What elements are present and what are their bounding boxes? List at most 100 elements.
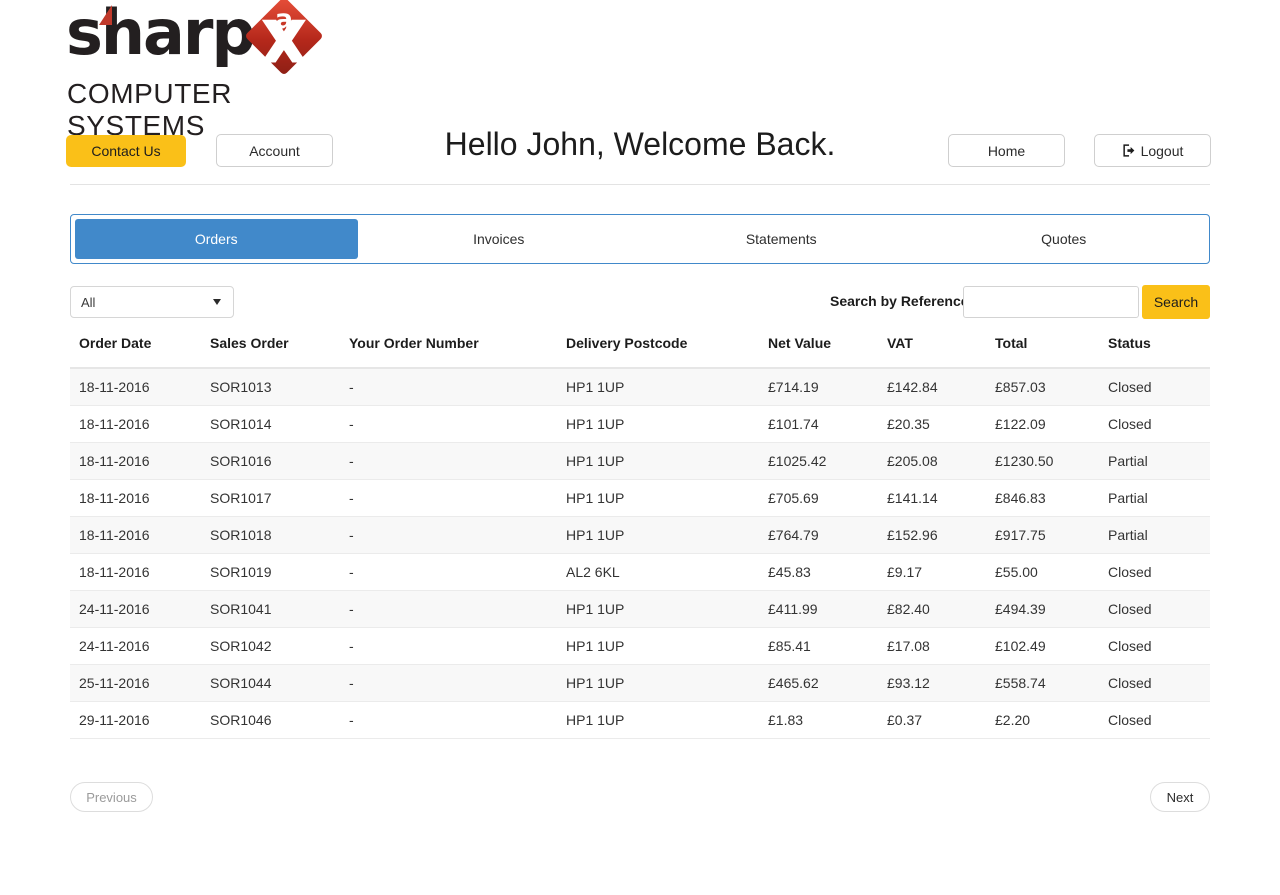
orders-table: Order Date Sales Order Your Order Number… — [70, 335, 1210, 739]
cell-sales-order: SOR1016 — [210, 442, 349, 480]
table-row[interactable]: 24-11-2016 SOR1041- HP1 1UP £411.99 £82.40 £4… — [70, 590, 1210, 628]
cell-order-date: 29-11-2016 — [70, 701, 210, 739]
cell-vat: £82.40 — [887, 590, 995, 628]
cell-vat: £142.84 — [887, 368, 995, 406]
table-row[interactable]: 18-11-2016 SOR1019- AL2 6KL £45.83 £9.17 £55.… — [70, 553, 1210, 591]
cell-vat: £152.96 — [887, 516, 995, 554]
cell-your-order-number: - — [349, 627, 566, 665]
cell-status: Closed — [1108, 590, 1210, 628]
orders-table-body: 18-11-2016 SOR1013- HP1 1UP £714.19 £142.84 £… — [70, 368, 1210, 739]
cell-your-order-number: - — [349, 405, 566, 443]
table-row[interactable]: 18-11-2016 SOR1013- HP1 1UP £714.19 £142.84 £… — [70, 368, 1210, 406]
cell-your-order-number: - — [349, 442, 566, 480]
logo-wordmark: sharp — [66, 0, 256, 69]
cell-sales-order: SOR1044 — [210, 664, 349, 702]
cell-total: £122.09 — [995, 405, 1108, 443]
table-row[interactable]: 29-11-2016 SOR1046- HP1 1UP £1.83 £0.37 £2.20… — [70, 701, 1210, 739]
cell-order-date: 18-11-2016 — [70, 553, 210, 591]
cell-net-value: £1025.42 — [768, 442, 887, 480]
cell-delivery-postcode: HP1 1UP — [566, 442, 768, 480]
cell-order-date: 18-11-2016 — [70, 479, 210, 517]
cell-delivery-postcode: HP1 1UP — [566, 701, 768, 739]
cell-order-date: 25-11-2016 — [70, 664, 210, 702]
search-button[interactable]: Search — [1142, 285, 1210, 319]
cell-delivery-postcode: HP1 1UP — [566, 590, 768, 628]
table-row[interactable]: 18-11-2016 SOR1016- HP1 1UP £1025.42 £205.08… — [70, 442, 1210, 480]
home-button[interactable]: Home — [948, 134, 1065, 167]
cell-sales-order: SOR1046 — [210, 701, 349, 739]
chevron-down-icon — [213, 299, 221, 305]
cell-delivery-postcode: HP1 1UP — [566, 405, 768, 443]
cell-sales-order: SOR1018 — [210, 516, 349, 554]
next-page-button[interactable]: Next — [1150, 782, 1210, 812]
cell-sales-order: SOR1019 — [210, 553, 349, 591]
tab-statements[interactable]: Statements — [640, 219, 923, 259]
cell-status: Partial — [1108, 479, 1210, 517]
cell-net-value: £45.83 — [768, 553, 887, 591]
cell-order-date: 18-11-2016 — [70, 442, 210, 480]
cell-delivery-postcode: HP1 1UP — [566, 627, 768, 665]
main-tabs: Orders Invoices Statements Quotes — [70, 214, 1210, 264]
tab-orders[interactable]: Orders — [75, 219, 358, 259]
header-divider — [70, 184, 1210, 185]
table-row[interactable]: 24-11-2016 SOR1042- HP1 1UP £85.41 £17.08 £10… — [70, 627, 1210, 665]
cell-sales-order: SOR1014 — [210, 405, 349, 443]
cell-vat: £141.14 — [887, 479, 995, 517]
cell-delivery-postcode: HP1 1UP — [566, 368, 768, 406]
status-filter-value: All — [81, 294, 96, 310]
col-vat: VAT — [887, 335, 995, 369]
cell-total: £857.03 — [995, 368, 1108, 406]
search-input[interactable] — [963, 286, 1139, 318]
search-label: Search by Reference: — [830, 293, 974, 309]
cell-order-date: 24-11-2016 — [70, 590, 210, 628]
cell-your-order-number: - — [349, 516, 566, 554]
cell-status: Closed — [1108, 553, 1210, 591]
cell-your-order-number: - — [349, 664, 566, 702]
cell-total: £2.20 — [995, 701, 1108, 739]
col-status: Status — [1108, 335, 1210, 369]
cell-status: Closed — [1108, 405, 1210, 443]
table-row[interactable]: 18-11-2016 SOR1018- HP1 1UP £764.79 £152.96 £… — [70, 516, 1210, 554]
table-row[interactable]: 18-11-2016 SOR1017- HP1 1UP £705.69 £141.14 £… — [70, 479, 1210, 517]
cell-total: £917.75 — [995, 516, 1108, 554]
previous-page-button[interactable]: Previous — [70, 782, 153, 812]
cell-sales-order: SOR1017 — [210, 479, 349, 517]
cell-order-date: 24-11-2016 — [70, 627, 210, 665]
table-row[interactable]: 18-11-2016 SOR1014- HP1 1UP £101.74 £20.35 £1… — [70, 405, 1210, 443]
cell-status: Closed — [1108, 368, 1210, 406]
cell-total: £102.49 — [995, 627, 1108, 665]
cell-vat: £9.17 — [887, 553, 995, 591]
welcome-heading: Hello John, Welcome Back. — [444, 126, 836, 162]
cell-net-value: £411.99 — [768, 590, 887, 628]
cell-sales-order: SOR1042 — [210, 627, 349, 665]
logo-diamond-icon: a X — [244, 0, 324, 76]
cell-delivery-postcode: HP1 1UP — [566, 479, 768, 517]
col-delivery-postcode: Delivery Postcode — [566, 335, 768, 369]
cell-total: £558.74 — [995, 664, 1108, 702]
cell-order-date: 18-11-2016 — [70, 516, 210, 554]
sign-out-icon — [1122, 143, 1137, 158]
cell-vat: £93.12 — [887, 664, 995, 702]
cell-vat: £17.08 — [887, 627, 995, 665]
cell-delivery-postcode: HP1 1UP — [566, 516, 768, 554]
col-sales-order: Sales Order — [210, 335, 349, 369]
table-header-row: Order Date Sales Order Your Order Number… — [70, 335, 1210, 369]
status-filter-select[interactable]: All — [70, 286, 234, 318]
home-label: Home — [987, 142, 1026, 159]
cell-net-value: £101.74 — [768, 405, 887, 443]
cell-net-value: £1.83 — [768, 701, 887, 739]
logout-button[interactable]: Logout — [1094, 134, 1211, 167]
cell-order-date: 18-11-2016 — [70, 368, 210, 406]
brand-logo: sharp a X COMPUTER SYSTEMS — [66, 0, 346, 141]
cell-delivery-postcode: HP1 1UP — [566, 664, 768, 702]
cell-total: £494.39 — [995, 590, 1108, 628]
orders-table-container: Order Date Sales Order Your Order Number… — [70, 335, 1210, 739]
tab-invoices[interactable]: Invoices — [358, 219, 641, 259]
cell-total: £1230.50 — [995, 442, 1108, 480]
cell-net-value: £714.19 — [768, 368, 887, 406]
tab-quotes[interactable]: Quotes — [923, 219, 1206, 259]
cell-sales-order: SOR1013 — [210, 368, 349, 406]
cell-status: Closed — [1108, 627, 1210, 665]
table-row[interactable]: 25-11-2016 SOR1044- HP1 1UP £465.62 £93.12 £5… — [70, 664, 1210, 702]
tab-quotes-label: Quotes — [1041, 231, 1087, 247]
